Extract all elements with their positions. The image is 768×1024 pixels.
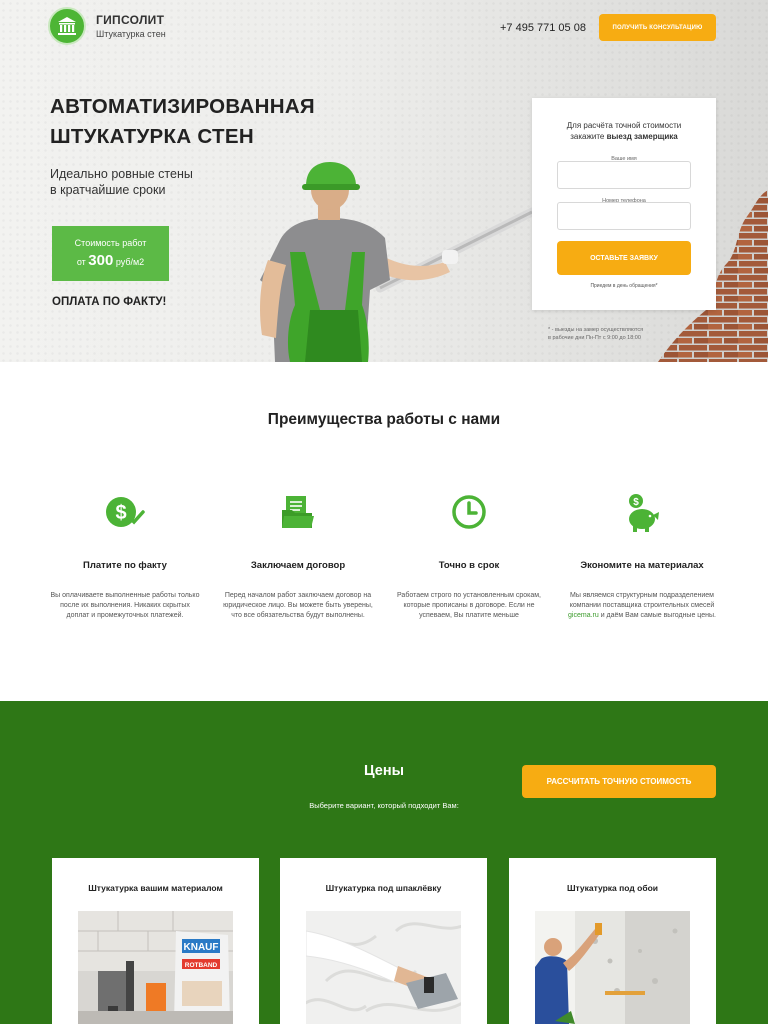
price-card-title: Штукатурка вашим материалом [88,883,223,893]
request-form: Для расчёта точной стоимости закажите вы… [532,98,716,310]
document-folder-icon [276,490,320,534]
price-card[interactable]: Штукатурка под обои [509,858,716,1024]
svg-text:$: $ [115,502,126,524]
hero-subtitle: Идеально ровные стены в кратчайшие сроки [50,166,250,198]
advantage-text: Работаем строго по установленным срокам,… [396,592,542,619]
advantage-heading: Экономите на материалах [580,560,704,571]
form-title-line-2: закажите выезд замерщика [532,131,716,142]
dollar-check-icon: $ [103,490,147,534]
brand-name: ГИПСОЛИТ [96,13,165,27]
footnote-line-1: * - выезды на замер осуществляются [548,327,644,333]
trowel-on-wall-image [306,911,461,1024]
advantages-title: Преимущества работы с нами [267,411,501,428]
submit-request-button[interactable]: ОСТАВЬТЕ ЗАЯВКУ [557,241,691,275]
phone-number[interactable]: +7 495 771 05 08 [500,22,586,34]
form-title-line-1: Для расчёта точной стоимости [566,121,682,130]
prices-section: Цены Выберите вариант, который подходит … [0,701,768,1024]
form-title: Для расчёта точной стоимости закажите вы… [532,120,716,142]
clock-icon [447,490,491,534]
pay-on-fact-note: ОПЛАТА ПО ФАКТУ! [52,296,167,308]
advantage-text-before: Мы являемся структурным подразделением к… [569,592,715,609]
bag-product-label: ROTBAND [185,962,218,969]
brand-subtitle: Штукатурка стен [96,29,166,39]
price-card[interactable]: Штукатурка вашим материалом KNAUF ROTBAN… [52,858,259,1024]
advantage-heading: Заключаем договор [250,560,346,571]
form-note: Приедем в день обращения* [590,283,658,289]
hero-subtitle-line-1: Идеально ровные стены [50,167,193,181]
advantage-text: Перед началом работ заключаем договор на… [223,592,373,619]
prices-subtitle: Выберите вариант, который подходит Вам: [309,801,459,810]
building-columns-icon [58,17,76,35]
price-value: 300 [88,252,114,269]
price-unit: руб/м2 [115,257,145,267]
hero-section: ГИПСОЛИТ Штукатурка стен +7 495 771 05 0… [0,0,768,362]
svg-text:$: $ [633,497,639,508]
price-row: от 300 руб/м2 [52,252,169,269]
supplier-link[interactable]: gicema.ru [568,612,599,619]
advantage-item: $ Экономите на материалах Мы являемся ст… [557,490,727,621]
plaster-bags-tools-image: KNAUF ROTBAND [78,911,233,1024]
advantage-heading: Платите по факту [83,560,167,571]
bag-brand-label: KNAUF [184,942,219,953]
advantage-item: $ Платите по факту Вы оплачиваете выполн… [40,490,210,621]
consultation-button[interactable]: ПОЛУЧИТЬ КОНСУЛЬТАЦИЮ [599,14,716,41]
price-label: Стоимость работ [74,238,147,248]
form-title-bold: выезд замерщика [606,132,678,141]
price-card-title: Штукатурка под обои [567,883,658,893]
advantage-heading: Точно в срок [438,560,500,571]
form-title-prefix: закажите [570,132,605,141]
calculate-cost-button[interactable]: РАССЧИТАТЬ ТОЧНУЮ СТОИМОСТЬ [522,765,716,798]
name-field[interactable] [557,161,691,189]
advantage-text: Мы являемся структурным подразделением к… [567,591,717,621]
advantage-item: Точно в срок Работаем строго по установл… [384,490,554,621]
advantage-text-after: и даём Вам самые выгодные цены. [600,612,716,619]
footnote: * - выезды на замер осуществляются в раб… [548,326,678,342]
advantage-text: Вы оплачиваете выполненные работы только… [50,592,200,619]
advantage-item: Заключаем договор Перед началом работ за… [213,490,383,621]
phone-field[interactable] [557,202,691,230]
price-card[interactable]: Штукатурка под шпаклёвку [280,858,487,1024]
worker-at-wall-image [535,911,690,1024]
price-prefix: от [76,257,86,267]
logo[interactable] [48,7,86,45]
price-card-title: Штукатурка под шпаклёвку [325,883,442,893]
price-box: Стоимость работ от 300 руб/м2 [52,226,169,281]
worker-illustration [260,162,537,362]
footnote-line-2: в рабочие дни Пн-Пт с 9:00 до 18:00 [548,335,641,341]
hero-title: АВТОМАТИЗИРОВАННАЯ ШТУКАТУРКА СТЕН [50,95,315,148]
hero-subtitle-line-2: в кратчайшие сроки [50,183,166,197]
piggy-bank-icon: $ [620,490,664,534]
